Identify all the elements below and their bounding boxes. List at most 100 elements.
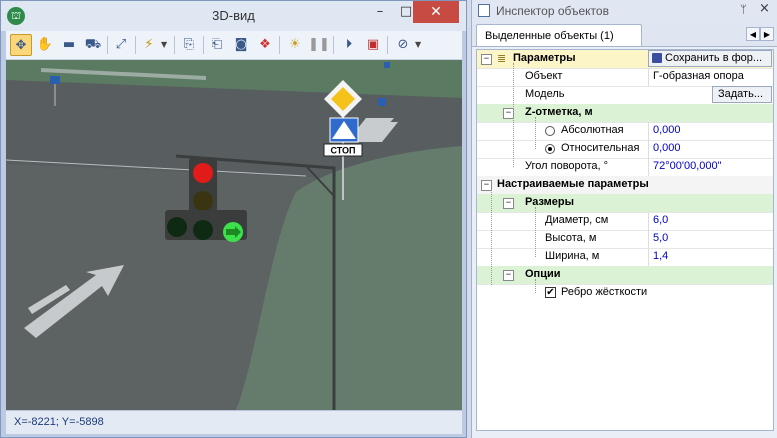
property-label: Модель — [525, 88, 565, 100]
property-value[interactable]: 0,000 — [648, 140, 773, 158]
toolbar-separator — [387, 36, 388, 54]
property-row-rib[interactable]: ✔ Ребро жёсткости — [477, 284, 773, 302]
tree-line — [535, 279, 536, 293]
yellow-light — [193, 191, 213, 211]
toolbar-separator — [135, 36, 136, 54]
toolbar-separator — [174, 36, 175, 54]
category-options: − Опции — [477, 266, 773, 285]
move-icon[interactable]: ✥ — [10, 34, 32, 56]
inspector-tabs: Выделенные объекты (1) ◀ ▶ — [472, 22, 777, 47]
3d-view-window: ⛫ 3D-вид – □ ✕ ✥ ✋ ▬ ⛟ ⤢ ⚡ ▼ ⎘ ⎗ ◙ ❖ ☀ ❚… — [0, 0, 467, 438]
coordinates-readout: X=-8221; Y=-5898 — [14, 416, 104, 428]
property-row-relative[interactable]: Относительная 0,000 — [477, 140, 773, 159]
stop-text: СТОП — [330, 146, 355, 156]
category-label: Настраиваемые параметры — [497, 178, 649, 190]
chevron-down-icon[interactable]: ▼ — [161, 34, 169, 56]
property-value[interactable]: 0,000 — [648, 122, 773, 140]
photo-icon[interactable]: ◙ — [230, 34, 252, 56]
category-z-level: − Z-отметка, м — [477, 104, 773, 123]
tab-scroll-left-button[interactable]: ◀ — [746, 27, 760, 41]
category-parameters: − ≣ Параметры Сохранить в фор... — [477, 50, 773, 69]
lightning-icon[interactable]: ⚡ — [138, 34, 160, 56]
tree-line — [491, 189, 492, 285]
property-label: Диаметр, см — [545, 214, 609, 226]
scene-icon[interactable]: ☀ — [284, 34, 306, 56]
layers-icon[interactable]: ❖ — [254, 34, 276, 56]
property-label: Ширина, м — [545, 250, 600, 262]
green-light — [193, 220, 213, 240]
properties-icon: ≣ — [497, 52, 507, 65]
copy-view-icon[interactable]: ⎘ — [178, 34, 200, 56]
minimize-button[interactable]: – — [367, 1, 393, 23]
status-bar: X=-8221; Y=-5898 — [6, 410, 462, 434]
collapse-icon[interactable]: − — [481, 54, 492, 65]
absolute-radio[interactable] — [545, 126, 555, 136]
property-value[interactable]: Г-образная опора — [648, 68, 773, 86]
rib-checkbox[interactable]: ✔ — [545, 287, 556, 298]
pause-icon[interactable]: ❚❚ — [308, 34, 330, 56]
tree-line — [513, 63, 514, 167]
property-label: Высота, м — [545, 232, 597, 244]
hand-icon[interactable]: ✋ — [34, 34, 56, 56]
category-custom-parameters: − Настраиваемые параметры — [477, 176, 773, 195]
save-to-format-label: Сохранить в фор... — [665, 52, 763, 64]
zoom-extents-icon[interactable]: ⤢ — [110, 34, 132, 56]
close-icon[interactable]: × — [759, 1, 770, 16]
chevron-down-icon[interactable]: ▼ — [415, 34, 423, 56]
property-label: Абсолютная — [561, 124, 624, 136]
compass-icon[interactable]: ⊘ — [392, 34, 414, 56]
property-label: Относительная — [561, 142, 640, 154]
tab-scroll-right-button[interactable]: ▶ — [760, 27, 774, 41]
collapse-icon[interactable]: − — [503, 198, 514, 209]
set-model-button[interactable]: Задать... — [712, 86, 772, 103]
property-row-height[interactable]: Высота, м 5,0 — [477, 230, 773, 249]
property-value[interactable]: 6,0 — [648, 212, 773, 230]
red-light — [193, 163, 213, 183]
inspector-icon — [478, 4, 490, 17]
toolbar-separator — [107, 36, 108, 54]
property-row-rotation[interactable]: Угол поворота, ° 72°00'00,000" — [477, 158, 773, 177]
3d-scene: СТОП — [6, 60, 462, 410]
distant-sign — [384, 62, 390, 68]
object-inspector-panel: Инспектор объектов ᛘ × Выделенные объект… — [471, 0, 777, 438]
close-button[interactable]: ✕ — [413, 1, 459, 23]
property-row-width[interactable]: Ширина, м 1,4 — [477, 248, 773, 267]
relative-radio[interactable] — [545, 144, 555, 154]
inspector-titlebar: Инспектор объектов ᛘ × — [472, 0, 777, 22]
property-value[interactable]: 5,0 — [648, 230, 773, 248]
car-icon[interactable]: ⛟ — [82, 34, 104, 56]
tab-label: Выделенные объекты (1) — [485, 30, 614, 42]
save-to-format-button[interactable]: Сохранить в фор... — [648, 50, 772, 67]
property-row-diameter[interactable]: Диаметр, см 6,0 — [477, 212, 773, 231]
toolbar-separator — [203, 36, 204, 54]
category-label: Опции — [525, 268, 561, 280]
window-titlebar: ⛫ 3D-вид – □ ✕ — [1, 1, 466, 31]
3d-viewport[interactable]: СТОП — [6, 60, 462, 410]
property-row-object[interactable]: Объект Г-образная опора — [477, 68, 773, 87]
property-label: Угол поворота, ° — [525, 160, 609, 172]
tree-line — [535, 117, 536, 149]
camera-icon[interactable]: ▬ — [58, 34, 80, 56]
category-sizes: − Размеры — [477, 194, 773, 213]
save-video-icon[interactable]: ▣ — [362, 34, 384, 56]
pin-icon[interactable]: ᛘ — [740, 3, 747, 16]
tab-selected-objects[interactable]: Выделенные объекты (1) — [476, 24, 642, 46]
property-value[interactable]: 1,4 — [648, 248, 773, 266]
tree-line — [535, 207, 536, 257]
distant-sign — [50, 76, 60, 84]
property-value[interactable]: 72°00'00,000" — [648, 158, 773, 176]
property-row-absolute[interactable]: Абсолютная 0,000 — [477, 122, 773, 141]
category-label: Параметры — [513, 52, 576, 64]
property-grid: − ≣ Параметры Сохранить в фор... Объект … — [476, 49, 774, 431]
inspector-title: Инспектор объектов — [496, 4, 609, 18]
floppy-icon — [652, 53, 662, 63]
property-row-model[interactable]: Модель Задать... — [477, 86, 773, 105]
snapshot-icon[interactable]: ⎗ — [206, 34, 228, 56]
distant-sign — [378, 98, 386, 106]
view-toolbar: ✥ ✋ ▬ ⛟ ⤢ ⚡ ▼ ⎘ ⎗ ◙ ❖ ☀ ❚❚ ⏵ ▣ ⊘ ▼ — [6, 31, 462, 60]
record-icon[interactable]: ⏵ — [338, 34, 360, 56]
toolbar-separator — [333, 36, 334, 54]
toolbar-separator — [279, 36, 280, 54]
green-light — [167, 217, 187, 237]
collapse-icon[interactable]: − — [503, 270, 514, 281]
